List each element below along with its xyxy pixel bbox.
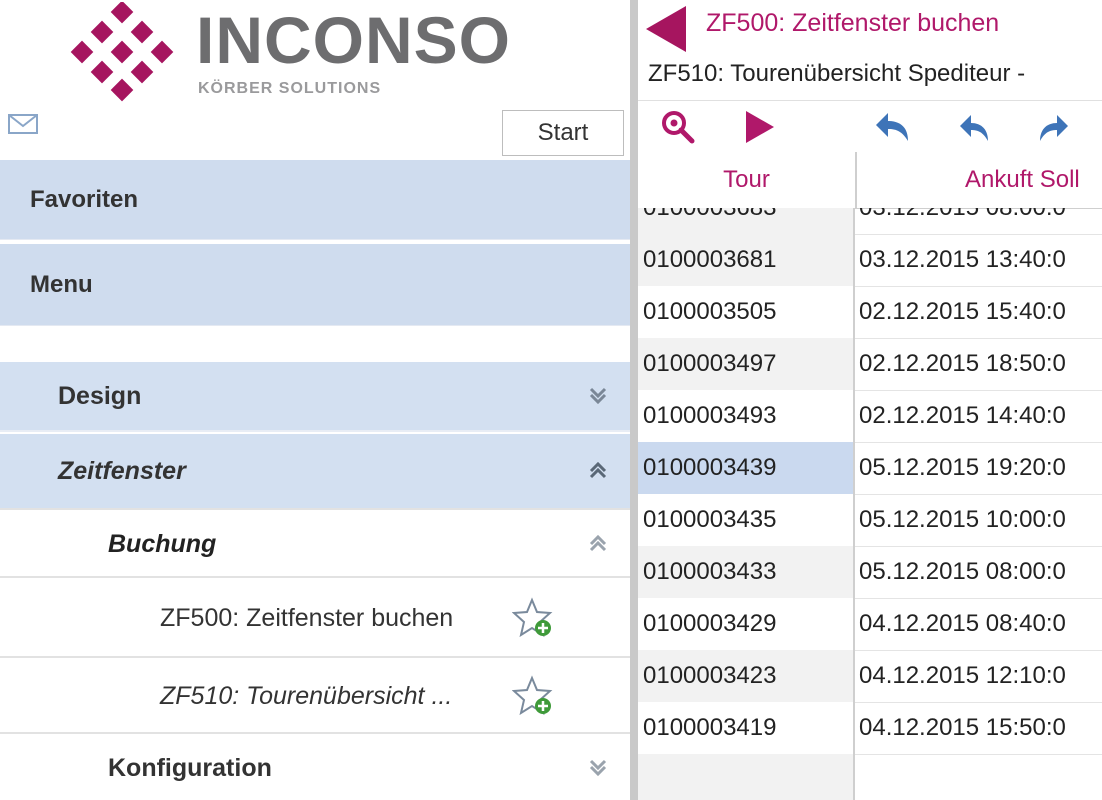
menu-label: Menu [30,270,93,298]
zf500-label: ZF500: Zeitfenster buchen [160,603,454,632]
chevron-up-icon [589,461,607,479]
content-panel: ZF500: Zeitfenster buchen ZF510: Tourenü… [638,0,1102,800]
cell-tour: 0100003493 [638,390,855,442]
menu-item-buchung[interactable]: Buchung [0,512,630,578]
table-row[interactable]: 0100003433 05.12.2015 08:00:0 [638,546,1102,599]
chevron-up-icon [589,534,607,552]
cell-tour: 0100003681 [638,234,855,286]
redo-icon[interactable] [1034,107,1074,147]
cell-ankunft: 02.12.2015 14:40:0 [859,402,1066,429]
column-header-tour[interactable]: Tour [638,152,857,208]
cell-tour: 0100003423 [638,650,855,702]
table-row[interactable]: 0100003435 05.12.2015 10:00:0 [638,494,1102,547]
cell-ankunft: 05.12.2015 19:20:0 [859,454,1066,481]
back-arrow-icon[interactable] [642,4,690,54]
table-row[interactable]: 0100003505 02.12.2015 15:40:0 [638,286,1102,339]
cell-ankunft: 04.12.2015 12:10:0 [859,662,1066,689]
menu-item-konfiguration[interactable]: Konfiguration [0,736,630,800]
table-row[interactable]: 0100003683 03.12.2015 08:00:0 [638,208,1102,235]
cell-tour: 0100003419 [638,702,855,754]
undo-all-icon[interactable] [874,107,914,147]
favorites-section[interactable]: Favoriten [0,160,630,240]
logo-subtitle: KÖRBER SOLUTIONS [198,80,382,97]
panel-splitter[interactable] [630,0,638,800]
menu-item-zf500[interactable]: ZF500: Zeitfenster buchen [0,580,630,658]
cell-ankunft: 03.12.2015 08:00:0 [857,208,1102,234]
cell-ankunft: 03.12.2015 13:40:0 [859,246,1066,273]
grid-body: 0100003683 03.12.2015 08:00:0 0100003681… [638,208,1102,800]
cell-tour-partial [638,754,855,800]
inconso-logo-icon [70,2,174,102]
buchung-label: Buchung [108,529,217,558]
menu-item-design[interactable]: Design [0,362,630,432]
table-row-partial[interactable] [638,754,1102,800]
table-row-selected[interactable]: 0100003439 05.12.2015 19:20:0 [638,442,1102,495]
start-button[interactable]: Start [502,110,624,156]
cell-ankunft: 02.12.2015 18:50:0 [859,350,1066,377]
add-favorite-star-icon[interactable] [512,596,556,640]
current-view-title: ZF510: Tourenübersicht Spediteur - [648,60,1026,87]
cell-tour: 0100003435 [638,494,855,546]
grid-toolbar [638,100,1102,154]
table-row[interactable]: 0100003497 02.12.2015 18:50:0 [638,338,1102,391]
add-favorite-star-icon[interactable] [512,674,556,718]
table-row[interactable]: 0100003423 04.12.2015 12:10:0 [638,650,1102,703]
logo-wordmark: INCONSO [196,3,512,77]
play-icon[interactable] [740,107,780,147]
favorites-label: Favoriten [30,185,139,213]
undo-icon[interactable] [956,107,996,147]
menu-item-zf510[interactable]: ZF510: Tourenübersicht ... [0,660,630,734]
table-row[interactable]: 0100003493 02.12.2015 14:40:0 [638,390,1102,443]
table-row[interactable]: 0100003681 03.12.2015 13:40:0 [638,234,1102,287]
cell-ankunft: 05.12.2015 08:00:0 [859,558,1066,585]
left-toolbar: Start [0,105,630,160]
cell-ankunft-partial [857,754,1102,800]
cell-ankunft: 05.12.2015 10:00:0 [859,506,1066,533]
tab-zf500[interactable]: ZF500: Zeitfenster buchen [638,0,1102,52]
column-header-ankunft-soll[interactable]: Ankuft Soll [857,152,1102,208]
cell-tour: 0100003433 [638,546,855,598]
cell-tour: 0100003429 [638,598,855,650]
menu-item-zeitfenster[interactable]: Zeitfenster [0,434,630,510]
message-icon[interactable] [6,111,40,141]
cell-tour: 0100003439 [638,442,855,494]
menu-section[interactable]: Menu [0,244,630,326]
grid-header: Tour Ankuft Soll [638,152,1102,209]
cell-tour: 0100003497 [638,338,855,390]
chevron-down-icon [589,387,607,405]
cell-tour: 0100003505 [638,286,855,338]
search-icon[interactable] [658,107,698,147]
navigation-panel: INCONSO KÖRBER SOLUTIONS Start Favoriten… [0,0,630,800]
cell-tour: 0100003683 [638,208,855,234]
logo-area: INCONSO KÖRBER SOLUTIONS [0,0,630,105]
zf510-label: ZF510: Tourenübersicht ... [160,681,453,710]
design-label: Design [58,381,142,410]
table-row[interactable]: 0100003419 04.12.2015 15:50:0 [638,702,1102,755]
cell-ankunft: 04.12.2015 08:40:0 [859,610,1066,637]
zeitfenster-label: Zeitfenster [58,456,186,485]
chevron-down-icon [589,759,607,777]
table-row[interactable]: 0100003429 04.12.2015 08:40:0 [638,598,1102,651]
konfiguration-label: Konfiguration [108,753,272,782]
cell-ankunft: 04.12.2015 15:50:0 [859,714,1066,741]
tab-zf500-label: ZF500: Zeitfenster buchen [706,9,1000,37]
cell-ankunft: 02.12.2015 15:40:0 [859,298,1066,325]
